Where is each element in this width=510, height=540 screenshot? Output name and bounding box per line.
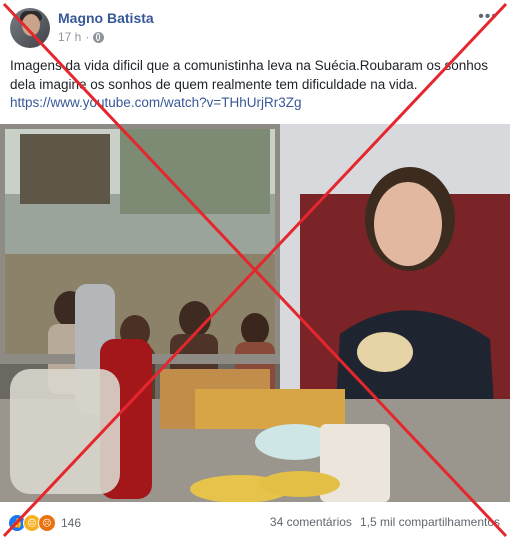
- post-header: Magno Batista 17 h · •••: [10, 8, 500, 48]
- globe-icon: [93, 31, 105, 43]
- reactions-summary[interactable]: 👍 ☹ ☹ 146: [8, 514, 81, 532]
- avatar[interactable]: [10, 8, 50, 48]
- author-name[interactable]: Magno Batista: [58, 10, 154, 26]
- more-options-icon[interactable]: •••: [478, 8, 498, 26]
- angry-reaction-icon: ☹: [38, 514, 56, 532]
- post-time[interactable]: 17 h: [58, 30, 81, 44]
- post-photo[interactable]: [0, 124, 510, 502]
- train-window-photo: [0, 124, 510, 502]
- post-text: Imagens da vida dificil que a comunistin…: [10, 57, 500, 113]
- shares-count[interactable]: 1,5 mil compartilhamentos: [360, 515, 500, 529]
- facebook-post: Magno Batista 17 h · ••• Imagens da vida…: [0, 0, 510, 540]
- reaction-count: 146: [61, 516, 82, 530]
- youtube-link[interactable]: https://www.youtube.com/watch?v=THhUrjRr…: [10, 94, 500, 113]
- comments-count[interactable]: 34 comentários: [270, 515, 352, 529]
- engagement-stats: 34 comentários 1,5 mil compartilhamentos: [270, 515, 500, 529]
- post-footer: 👍 ☹ ☹ 146 34 comentários 1,5 mil compart…: [0, 508, 510, 538]
- post-message: Imagens da vida dificil que a comunistin…: [10, 58, 489, 92]
- post-meta: 17 h ·: [58, 30, 105, 44]
